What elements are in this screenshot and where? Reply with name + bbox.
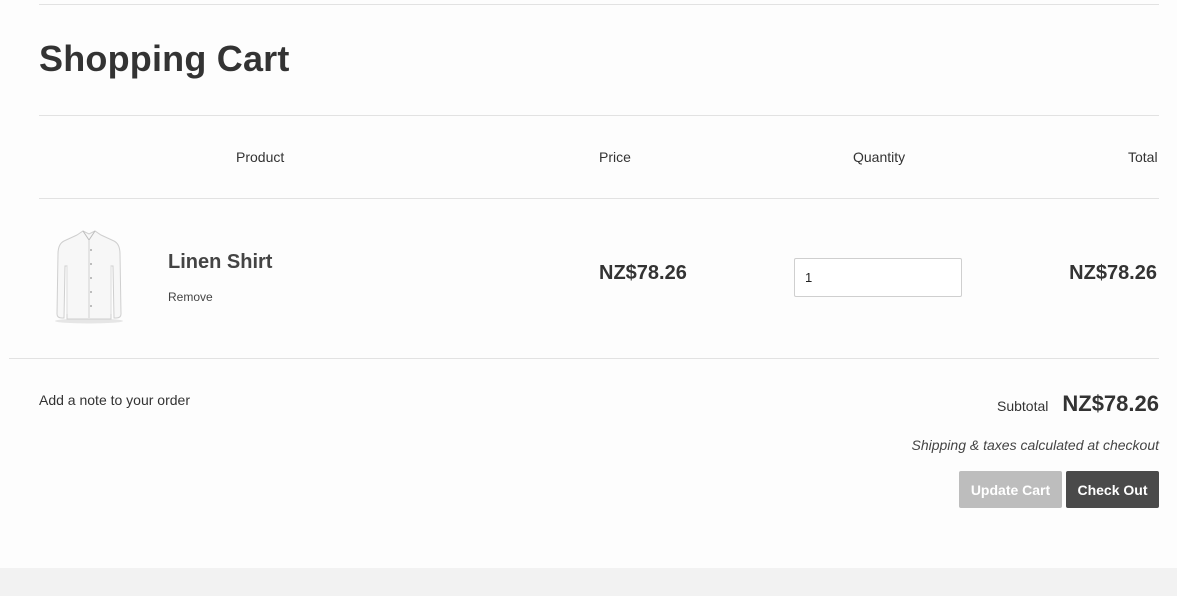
item-price: NZ$78.26 [599,262,687,284]
checkout-button[interactable]: Check Out [1066,471,1159,508]
remove-item-link[interactable]: Remove [168,290,213,304]
shirt-icon[interactable] [50,226,128,326]
footer-band [0,568,1177,596]
column-header-product: Product [236,149,285,165]
cart-row-divider [9,358,1159,359]
column-header-price: Price [599,149,631,165]
column-header-quantity: Quantity [853,149,906,165]
shipping-note: Shipping & taxes calculated at checkout [911,437,1160,453]
subtotal-label: Subtotal [997,398,1049,414]
subtotal-row: Subtotal NZ$78.26 [997,391,1159,417]
order-note-link[interactable]: Add a note to your order [39,392,190,408]
update-cart-button[interactable]: Update Cart [959,471,1062,508]
subtotal-value: NZ$78.26 [1062,391,1159,416]
column-header-divider [39,198,1159,199]
top-divider [39,4,1159,5]
header-divider [39,115,1159,116]
column-header-total: Total [1128,149,1158,165]
quantity-input[interactable] [794,258,962,297]
product-name-link[interactable]: Linen Shirt [168,251,272,274]
page-title: Shopping Cart [39,38,290,79]
item-total: NZ$78.26 [1069,262,1157,284]
